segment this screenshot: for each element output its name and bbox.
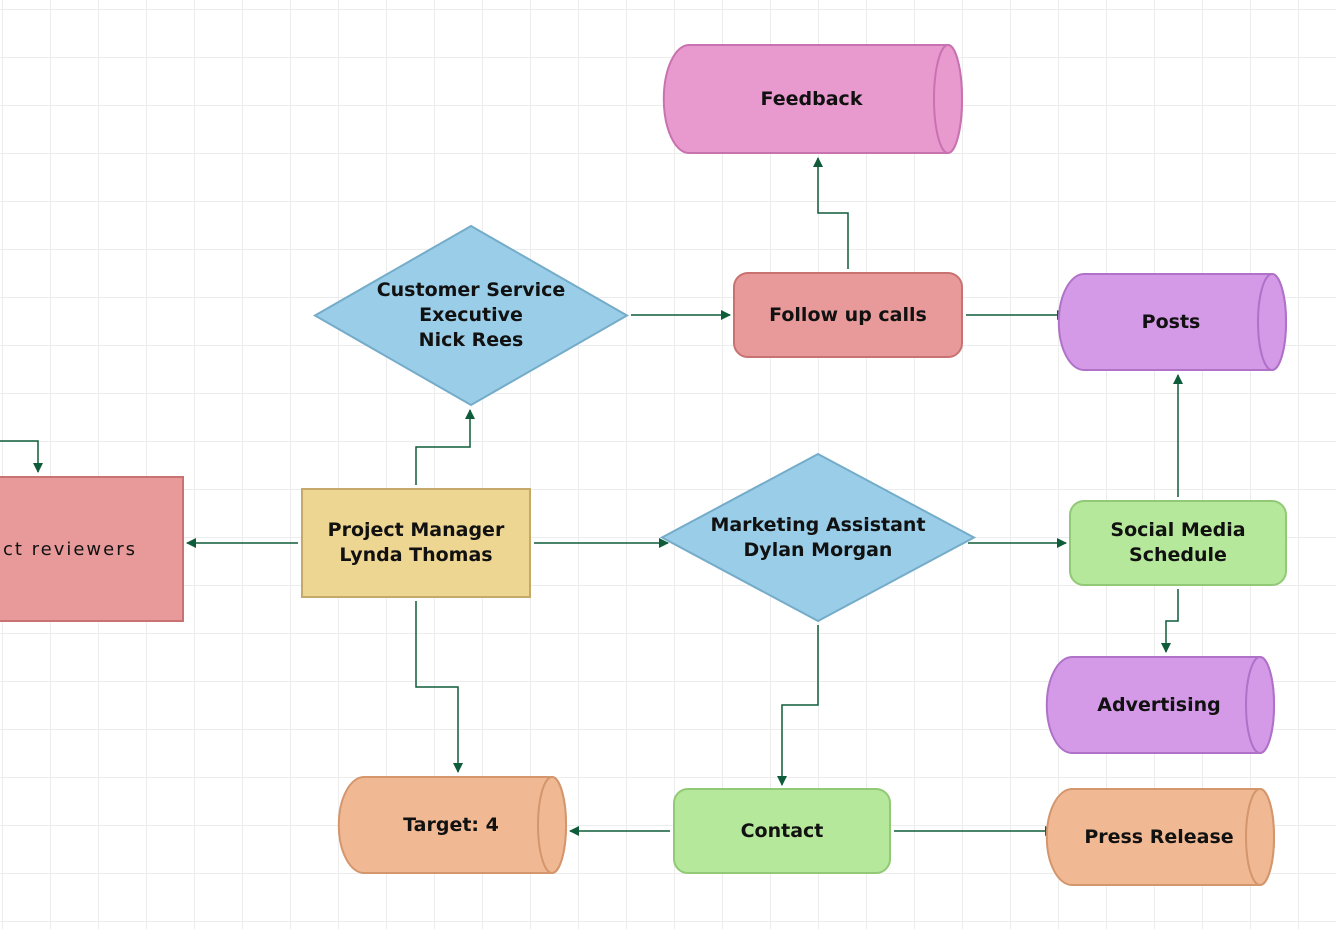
node-press-release[interactable] — [1045, 788, 1275, 886]
feedback-cylinder-cap — [933, 44, 963, 154]
feedback-shape[interactable] — [662, 44, 963, 154]
connector-offscreen-to-reviewers[interactable] — [0, 440, 43, 473]
target-cylinder-cap — [537, 776, 567, 874]
connector-project-manager-to-customer-service[interactable] — [415, 409, 475, 485]
advertising-shape[interactable] — [1045, 656, 1275, 754]
diagram-canvas — [0, 44, 1287, 886]
connector-project-manager-to-target[interactable] — [415, 601, 463, 773]
node-social-media[interactable] — [1069, 500, 1287, 586]
node-reviewers[interactable] — [0, 476, 184, 622]
node-feedback[interactable] — [662, 44, 963, 154]
social-media-shape[interactable] — [1069, 500, 1287, 586]
project-manager-shape[interactable] — [301, 488, 531, 598]
contact-shape[interactable] — [673, 788, 891, 874]
target-shape[interactable] — [337, 776, 567, 874]
press-release-shape[interactable] — [1045, 788, 1275, 886]
press-release-cylinder-cap — [1245, 788, 1275, 886]
connector-marketing-assistant-to-contact[interactable] — [777, 625, 819, 786]
node-contact[interactable] — [673, 788, 891, 874]
advertising-cylinder-cap — [1245, 656, 1275, 754]
node-posts[interactable] — [1057, 273, 1287, 371]
marketing-assistant-shape[interactable] — [659, 452, 977, 623]
node-marketing-assistant[interactable] — [659, 452, 977, 623]
node-customer-service[interactable] — [312, 224, 630, 407]
node-advertising[interactable] — [1045, 656, 1275, 754]
reviewers-shape[interactable] — [0, 476, 184, 622]
posts-cylinder-cap — [1257, 273, 1287, 371]
nodes-layer — [0, 44, 1287, 886]
customer-service-shape[interactable] — [312, 224, 630, 407]
posts-shape[interactable] — [1057, 273, 1287, 371]
connector-social-media-to-advertising[interactable] — [1161, 589, 1179, 653]
follow-up-shape[interactable] — [733, 272, 963, 358]
node-follow-up[interactable] — [733, 272, 963, 358]
connector-follow-up-to-feedback[interactable] — [813, 157, 849, 269]
node-target[interactable] — [337, 776, 567, 874]
node-project-manager[interactable] — [301, 488, 531, 598]
